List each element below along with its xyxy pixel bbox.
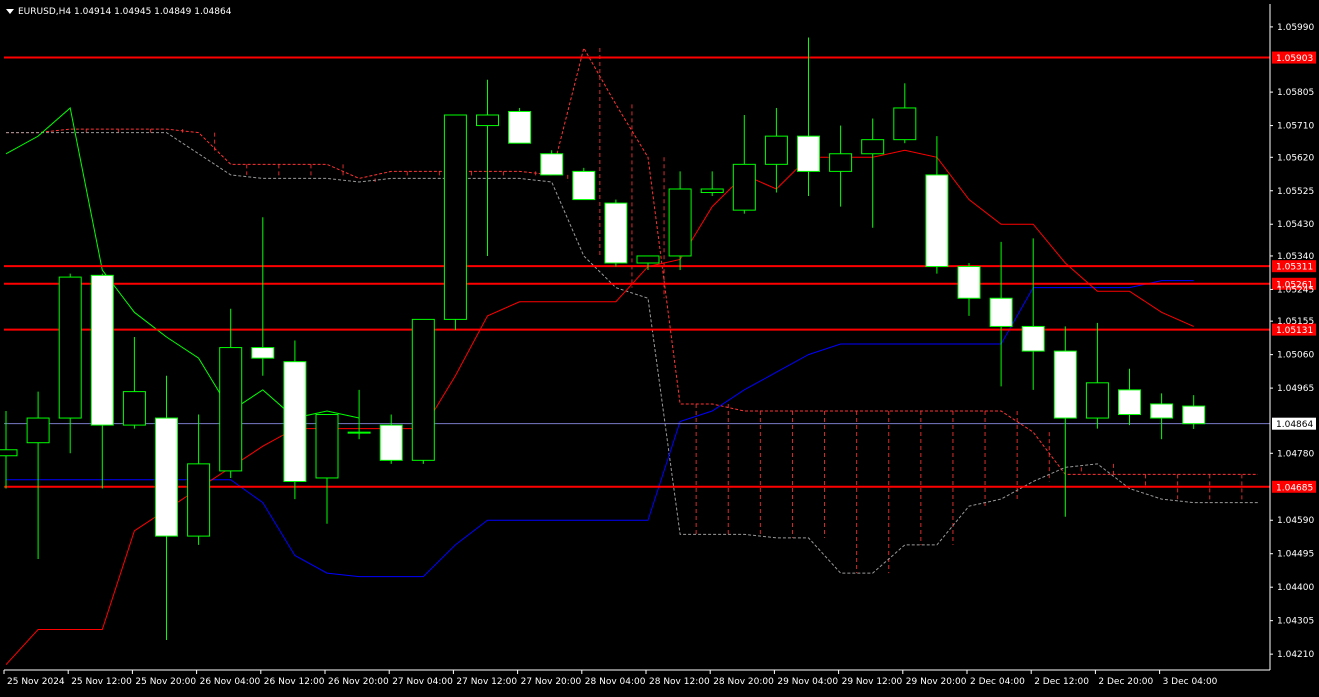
bull-candle-body xyxy=(443,114,467,320)
bull-candle-body xyxy=(861,139,885,155)
bull-candle-body xyxy=(764,135,788,165)
current-price-label: 1.04864 xyxy=(1276,420,1313,430)
bear-candle-body xyxy=(1053,350,1077,419)
level-price-label: 1.05311 xyxy=(1276,263,1313,273)
bull-candle-body xyxy=(732,163,756,211)
symbol-label: EURUSD,H4 xyxy=(18,7,72,17)
candle[interactable] xyxy=(604,199,628,267)
bear-candle-body xyxy=(283,361,307,482)
candle[interactable] xyxy=(443,114,467,330)
candle[interactable] xyxy=(572,167,596,201)
x-tick-label: 3 Dec 04:00 xyxy=(1163,677,1218,687)
x-tick-label: 29 Nov 04:00 xyxy=(777,677,838,687)
bull-candle-body xyxy=(58,276,82,419)
bull-candle-body xyxy=(411,318,435,461)
y-tick-label: 1.04780 xyxy=(1277,449,1314,459)
bull-candle-body xyxy=(476,114,499,127)
bear-candle-body xyxy=(1182,405,1206,425)
y-tick-label: 1.05805 xyxy=(1277,88,1314,98)
y-tick-label: 1.04590 xyxy=(1277,516,1314,526)
y-tick-label: 1.05245 xyxy=(1277,285,1314,295)
y-tick-label: 1.04210 xyxy=(1277,650,1314,660)
x-tick-label: 26 Nov 12:00 xyxy=(264,677,325,687)
x-tick-label: 25 Nov 20:00 xyxy=(135,677,196,687)
x-tick-label: 28 Nov 12:00 xyxy=(649,677,710,687)
bear-candle-body xyxy=(540,153,564,176)
y-tick-label: 1.05620 xyxy=(1277,153,1314,163)
x-tick-label: 25 Nov 12:00 xyxy=(71,677,132,687)
x-tick-label: 2 Dec 04:00 xyxy=(970,677,1025,687)
x-tick-label: 26 Nov 20:00 xyxy=(328,677,389,687)
bull-candle-body xyxy=(1085,382,1109,419)
bull-candle-body xyxy=(26,417,50,444)
bull-candle-body xyxy=(187,463,211,537)
candle[interactable] xyxy=(508,107,532,144)
x-tick-label: 29 Nov 20:00 xyxy=(906,677,967,687)
x-tick-label: 26 Nov 04:00 xyxy=(200,677,261,687)
bull-candle-body xyxy=(829,153,853,172)
bear-candle-body xyxy=(604,202,628,264)
x-tick-label: 25 Nov 2024 xyxy=(7,677,65,687)
x-tick-label: 28 Nov 04:00 xyxy=(585,677,646,687)
y-tick-label: 1.04305 xyxy=(1277,617,1314,627)
x-tick-label: 29 Nov 12:00 xyxy=(842,677,903,687)
bear-candle-body xyxy=(572,170,596,201)
y-tick-label: 1.04965 xyxy=(1277,384,1314,394)
y-tick-label: 1.05060 xyxy=(1277,351,1314,361)
bull-candle-body xyxy=(0,449,18,457)
y-tick-label: 1.05430 xyxy=(1277,220,1314,230)
dropdown-triangle-icon[interactable] xyxy=(6,9,14,14)
bull-candle-body xyxy=(668,188,692,257)
bear-candle-body xyxy=(90,274,114,426)
bear-candle-body xyxy=(251,347,275,359)
symbol-header: EURUSD,H4 1.04914 1.04945 1.04849 1.0486… xyxy=(6,7,231,17)
y-tick-label: 1.05525 xyxy=(1277,187,1314,197)
x-tick-label: 28 Nov 20:00 xyxy=(713,677,774,687)
bear-candle-body xyxy=(1021,325,1045,352)
bear-candle-body xyxy=(925,174,949,268)
y-tick-label: 1.05155 xyxy=(1277,317,1314,327)
y-tick-label: 1.04400 xyxy=(1277,583,1314,593)
bear-candle-body xyxy=(155,417,178,537)
bull-candle-body xyxy=(315,414,339,479)
bull-candle-body xyxy=(636,255,660,264)
candle[interactable] xyxy=(540,150,564,176)
candle[interactable] xyxy=(283,340,307,500)
bull-candle-body xyxy=(893,107,917,141)
bear-candle-body xyxy=(508,110,532,144)
x-tick-label: 27 Nov 12:00 xyxy=(456,677,517,687)
x-tick-label: 27 Nov 04:00 xyxy=(392,677,453,687)
y-tick-label: 1.05710 xyxy=(1277,122,1314,132)
bull-candle-body xyxy=(122,391,146,426)
price-chart[interactable]: 1.059031.053111.052611.051311.046851.048… xyxy=(0,0,1319,693)
bear-candle-body xyxy=(957,266,981,299)
x-tick-label: 2 Dec 20:00 xyxy=(1098,677,1153,687)
x-tick-label: 27 Nov 20:00 xyxy=(521,677,582,687)
y-tick-label: 1.04495 xyxy=(1277,550,1314,560)
y-tick-label: 1.05990 xyxy=(1277,23,1314,33)
bull-candle-body xyxy=(700,188,724,194)
ohlc-readout: 1.04914 1.04945 1.04849 1.04864 xyxy=(74,7,232,17)
bear-candle-body xyxy=(989,297,1013,327)
x-tick-label: 2 Dec 12:00 xyxy=(1034,677,1089,687)
bull-candle-body xyxy=(219,347,243,472)
level-price-label: 1.05903 xyxy=(1276,54,1313,64)
bull-candle-body xyxy=(347,431,371,434)
chart-area[interactable]: 1.05903 1.05311 1.05261 1.05131 1.04685 1.048… xyxy=(0,0,1319,693)
bear-candle-body xyxy=(1118,389,1141,416)
bear-candle-body xyxy=(797,135,820,172)
bear-candle-body xyxy=(1150,403,1174,419)
level-price-label: 1.05131 xyxy=(1276,326,1313,336)
candle[interactable] xyxy=(411,318,435,464)
bear-candle-body xyxy=(379,424,403,461)
y-tick-label: 1.05340 xyxy=(1277,252,1314,262)
level-price-label: 1.04685 xyxy=(1276,483,1313,493)
